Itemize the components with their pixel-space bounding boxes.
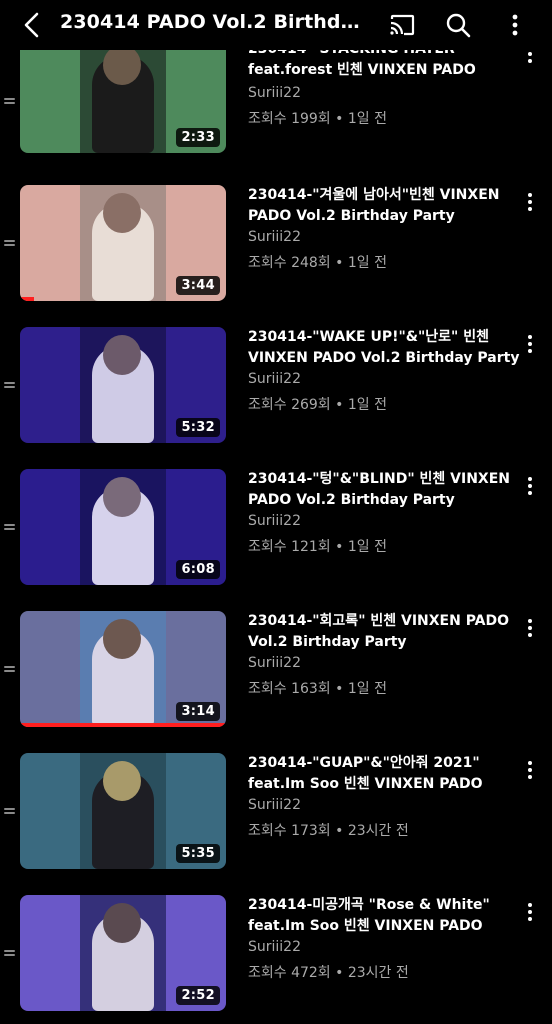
more-vertical-icon[interactable]: [500, 10, 530, 40]
video-thumbnail[interactable]: 6:08: [20, 469, 226, 585]
video-title[interactable]: 230414-"텅"&"BLIND" 빈첸 VINXEN PADO Vol.2 …: [248, 469, 520, 511]
thumbnail-image: [80, 327, 166, 443]
row-more-icon[interactable]: [524, 191, 536, 213]
video-title[interactable]: 230414-미공개곡 "Rose & White" feat.Im Soo 빈…: [248, 895, 520, 937]
video-meta: 조회수 173회 • 23시간 전: [248, 823, 409, 839]
channel-name: Suriii22: [248, 513, 301, 529]
playlist-video-row[interactable]: 6:08 230414-"텅"&"BLIND" 빈첸 VINXEN PADO Vo…: [0, 469, 552, 587]
thumbnail-image: [80, 611, 166, 727]
performer-head: [103, 193, 141, 233]
channel-name: Suriii22: [248, 939, 301, 955]
watch-progress-bar: [20, 297, 35, 301]
watch-progress-bar: [20, 723, 226, 727]
duration-badge: 5:35: [176, 844, 220, 863]
video-meta: 조회수 472회 • 23시간 전: [248, 965, 409, 981]
performer-head: [103, 45, 141, 85]
thumbnail-image: [80, 37, 166, 153]
video-title[interactable]: 230414-"회고록" 빈첸 VINXEN PADO Vol.2 Birthd…: [248, 611, 520, 653]
video-meta: 조회수 269회 • 1일 전: [248, 397, 387, 413]
video-title[interactable]: 230414-"겨울에 남아서"빈첸 VINXEN PADO Vol.2 Bir…: [248, 185, 520, 227]
duration-badge: 2:52: [176, 986, 220, 1005]
performer-head: [103, 903, 141, 943]
video-meta: 조회수 199회 • 1일 전: [248, 111, 387, 127]
thumbnail-image: [80, 469, 166, 585]
drag-handle-icon[interactable]: [4, 98, 15, 105]
drag-handle-icon[interactable]: [4, 950, 15, 957]
drag-handle-icon[interactable]: [4, 524, 15, 531]
drag-handle-icon[interactable]: [4, 382, 15, 389]
row-more-icon[interactable]: [524, 759, 536, 781]
playlist-video-row[interactable]: 5:32 230414-"WAKE UP!"&"난로" 빈첸 VINXEN PAD…: [0, 327, 552, 445]
duration-badge: 3:14: [176, 702, 220, 721]
drag-handle-icon[interactable]: [4, 240, 15, 247]
video-thumbnail[interactable]: 3:44: [20, 185, 226, 301]
search-icon[interactable]: [443, 10, 473, 40]
performer-head: [103, 761, 141, 801]
video-title[interactable]: 230414-"WAKE UP!"&"난로" 빈첸 VINXEN PADO Vo…: [248, 327, 520, 369]
performer-head: [103, 335, 141, 375]
cast-icon[interactable]: [387, 10, 417, 40]
playlist-video-row[interactable]: 3:14 230414-"회고록" 빈첸 VINXEN PADO Vol.2 Bi…: [0, 611, 552, 729]
row-more-icon[interactable]: [524, 475, 536, 497]
drag-handle-icon[interactable]: [4, 666, 15, 673]
row-more-icon[interactable]: [524, 333, 536, 355]
duration-badge: 2:33: [176, 128, 220, 147]
channel-name: Suriii22: [248, 797, 301, 813]
duration-badge: 6:08: [176, 560, 220, 579]
thumbnail-image: [80, 185, 166, 301]
playlist-video-row[interactable]: 5:35 230414-"GUAP"&"안아줘 2021" feat.Im Soo…: [0, 753, 552, 871]
row-more-icon[interactable]: [524, 617, 536, 639]
channel-name: Suriii22: [248, 229, 301, 245]
performer-head: [103, 477, 141, 517]
video-thumbnail[interactable]: 2:33: [20, 37, 226, 153]
playlist-video-row[interactable]: 3:44 230414-"겨울에 남아서"빈첸 VINXEN PADO Vol.2…: [0, 185, 552, 303]
video-meta: 조회수 248회 • 1일 전: [248, 255, 387, 271]
channel-name: Suriii22: [248, 655, 301, 671]
video-thumbnail[interactable]: 3:14: [20, 611, 226, 727]
video-meta: 조회수 163회 • 1일 전: [248, 681, 387, 697]
duration-badge: 5:32: [176, 418, 220, 437]
video-meta: 조회수 121회 • 1일 전: [248, 539, 387, 555]
row-more-icon[interactable]: [524, 901, 536, 923]
duration-badge: 3:44: [176, 276, 220, 295]
top-app-bar: 230414 PADO Vol.2 Birthday Party: [0, 0, 552, 50]
playlist-title: 230414 PADO Vol.2 Birthday Party: [60, 11, 370, 33]
drag-handle-icon[interactable]: [4, 808, 15, 815]
video-thumbnail[interactable]: 5:32: [20, 327, 226, 443]
thumbnail-image: [80, 753, 166, 869]
performer-head: [103, 619, 141, 659]
playlist-video-row[interactable]: 2:52 230414-미공개곡 "Rose & White" feat.Im S…: [0, 895, 552, 1013]
channel-name: Suriii22: [248, 85, 301, 101]
video-title[interactable]: 230414-"GUAP"&"안아줘 2021" feat.Im Soo 빈첸 …: [248, 753, 520, 795]
channel-name: Suriii22: [248, 371, 301, 387]
back-arrow-icon[interactable]: [18, 10, 46, 40]
playlist-video-row[interactable]: 2:33230414-"STACKING HATER" feat.forest …: [0, 37, 552, 161]
video-thumbnail[interactable]: 5:35: [20, 753, 226, 869]
video-thumbnail[interactable]: 2:52: [20, 895, 226, 1011]
thumbnail-image: [80, 895, 166, 1011]
